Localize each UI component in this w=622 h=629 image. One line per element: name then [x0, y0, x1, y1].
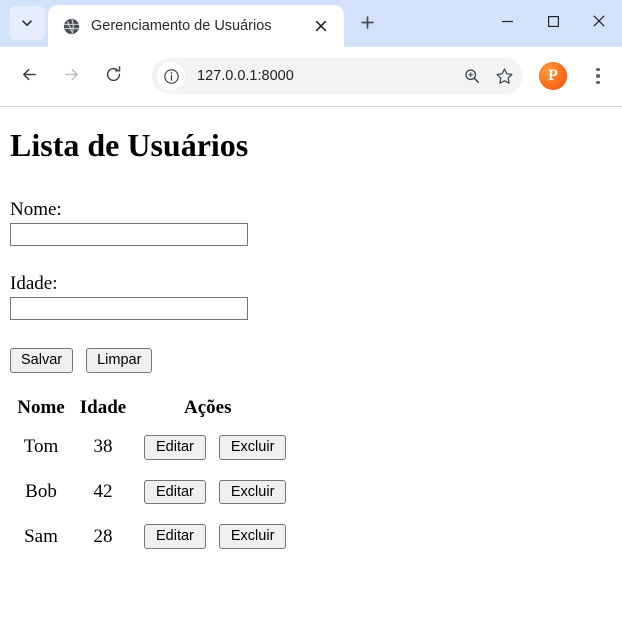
- idade-label: Idade:: [10, 273, 58, 295]
- cell-idade: 42: [93, 480, 113, 502]
- cell-idade: 38: [93, 436, 113, 458]
- address-bar[interactable]: 127.0.0.1:8000: [152, 58, 523, 94]
- three-dots-icon[interactable]: [585, 60, 611, 92]
- nome-field-group: Nome:: [8, 199, 614, 247]
- new-tab-button[interactable]: [352, 10, 382, 40]
- browser-toolbar: 127.0.0.1:8000 P: [0, 47, 622, 107]
- star-icon[interactable]: [491, 63, 517, 89]
- nome-label: Nome:: [10, 199, 62, 221]
- excluir-button[interactable]: Excluir: [218, 524, 287, 549]
- editar-button[interactable]: Editar: [144, 434, 206, 460]
- cell-nome: Tom: [23, 436, 59, 458]
- editar-button[interactable]: Editar: [144, 479, 206, 505]
- url-text[interactable]: 127.0.0.1:8000: [197, 68, 459, 84]
- reload-icon: [104, 65, 123, 89]
- nome-input[interactable]: [10, 223, 248, 247]
- zoom-in-icon[interactable]: [459, 63, 485, 89]
- idade-input[interactable]: [10, 297, 248, 321]
- tab-title: Gerenciamento de Usuários: [91, 18, 272, 34]
- minimize-icon: [501, 15, 514, 33]
- cell-acoes: Editar Excluir: [134, 470, 364, 515]
- globe-icon: [62, 17, 80, 35]
- chevron-down-icon: [20, 16, 34, 30]
- header-nome: Nome: [17, 396, 65, 418]
- tab-search-button[interactable]: [9, 6, 45, 40]
- minimize-button[interactable]: [484, 4, 530, 44]
- close-icon: [592, 14, 606, 33]
- plus-icon: [360, 15, 375, 35]
- form-actions: Salvar Limpar: [10, 348, 614, 373]
- salvar-button[interactable]: Salvar: [10, 348, 74, 373]
- idade-field-group: Idade:: [8, 273, 614, 321]
- table-row: Bob 42 Editar Excluir: [10, 470, 364, 515]
- limpar-button[interactable]: Limpar: [86, 348, 153, 373]
- tab-close-button[interactable]: [308, 13, 334, 39]
- excluir-button[interactable]: Excluir: [218, 434, 287, 460]
- page-title: Lista de Usuários: [10, 127, 249, 163]
- cell-acoes: Editar Excluir: [134, 514, 364, 559]
- reload-button[interactable]: [96, 60, 130, 94]
- users-table-head: Nome Idade Ações: [10, 397, 364, 425]
- excluir-button[interactable]: Excluir: [218, 479, 287, 505]
- tab-strip: Gerenciamento de Usuários: [0, 0, 622, 47]
- users-table-body: Tom 38 Editar Excluir Bob 42 Editar Excl…: [10, 425, 364, 559]
- close-window-button[interactable]: [576, 4, 622, 44]
- cell-nome: Sam: [24, 525, 58, 547]
- arrow-left-icon: [20, 65, 39, 89]
- window-controls: [484, 0, 622, 47]
- info-circle-icon[interactable]: [157, 62, 185, 90]
- table-row: Tom 38 Editar Excluir: [10, 425, 364, 470]
- forward-button[interactable]: [54, 60, 88, 94]
- table-row: Sam 28 Editar Excluir: [10, 514, 364, 559]
- maximize-icon: [547, 15, 560, 33]
- browser-tab-active[interactable]: Gerenciamento de Usuários: [48, 5, 344, 47]
- cell-nome: Bob: [25, 480, 57, 502]
- users-table: Nome Idade Ações Tom 38 Editar Excluir B…: [10, 397, 364, 559]
- browser-window: Gerenciamento de Usuários 127.0.0.1:8000…: [0, 0, 622, 629]
- table-header-row: Nome Idade Ações: [10, 397, 364, 425]
- arrow-right-icon: [62, 65, 81, 89]
- cell-acoes: Editar Excluir: [134, 425, 364, 470]
- header-acoes: Ações: [184, 396, 232, 418]
- back-button[interactable]: [12, 60, 46, 94]
- page-content: Lista de Usuários Nome: Idade: Salvar Li…: [0, 107, 622, 628]
- editar-button[interactable]: Editar: [144, 524, 206, 549]
- header-idade: Idade: [79, 396, 127, 418]
- maximize-button[interactable]: [530, 4, 576, 44]
- cell-idade: 28: [93, 525, 113, 547]
- profile-avatar[interactable]: P: [539, 62, 567, 90]
